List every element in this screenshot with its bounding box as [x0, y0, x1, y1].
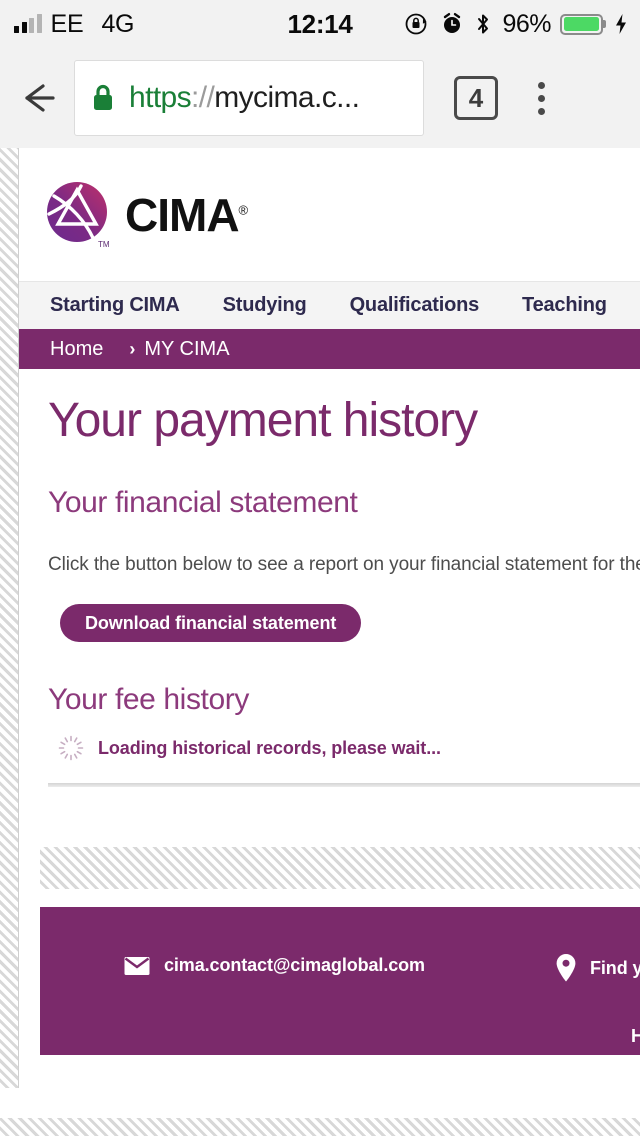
ios-status-bar: EE 4G 12:14 96%	[0, 0, 640, 48]
cima-logo[interactable]: TM CIMA®	[41, 176, 249, 254]
main-content: Your payment history Your financial stat…	[19, 369, 640, 788]
loading-spinner-icon	[58, 735, 84, 761]
charging-bolt-icon	[616, 14, 626, 34]
svg-text:TM: TM	[98, 240, 110, 249]
padlock-icon	[94, 84, 112, 110]
footer-location-link[interactable]: Find your	[555, 953, 640, 983]
financial-statement-heading: Your financial statement	[48, 486, 358, 520]
main-navigation: Starting CIMA Studying Qualifications Te…	[19, 281, 640, 329]
page-left-stripe-margin	[0, 148, 19, 1088]
site-header: TM CIMA®	[19, 148, 640, 281]
bluetooth-icon	[478, 14, 489, 34]
browser-menu-button[interactable]	[538, 81, 545, 115]
url-host: mycima.c...	[214, 81, 360, 114]
rotation-lock-icon	[406, 13, 427, 35]
browser-toolbar: https://mycima.c... 4	[0, 48, 640, 148]
cima-logo-mark-icon: TM	[41, 176, 119, 254]
url-text: https://mycima.c...	[129, 81, 359, 115]
battery-icon	[560, 13, 603, 35]
nav-item-teaching[interactable]: Teaching	[522, 294, 607, 317]
alarm-clock-icon	[444, 13, 461, 33]
footer-email-text: cima.contact@cimaglobal.com	[164, 955, 425, 976]
back-button[interactable]	[0, 78, 74, 118]
footer-stripe-band	[40, 847, 640, 890]
download-financial-statement-button[interactable]: Download financial statement	[60, 604, 362, 643]
footer-help-link[interactable]: Help	[631, 1026, 640, 1047]
registered-mark: ®	[238, 202, 249, 218]
breadcrumb: Home › MY CIMA	[19, 329, 640, 369]
nav-item-starting-cima[interactable]: Starting CIMA	[50, 294, 180, 317]
url-scheme: https	[129, 81, 192, 114]
footer-location-text: Find your	[590, 957, 640, 978]
section-divider	[48, 783, 640, 788]
tab-count-button[interactable]: 4	[454, 76, 498, 120]
url-separator: ://	[191, 81, 215, 114]
nav-item-studying[interactable]: Studying	[223, 294, 307, 317]
nav-item-qualifications[interactable]: Qualifications	[350, 294, 480, 317]
cima-logo-text: CIMA®	[125, 188, 249, 242]
page-bottom-stripe-margin	[0, 1118, 640, 1136]
breadcrumb-current: MY CIMA	[144, 337, 230, 360]
loading-status: Loading historical records, please wait.…	[58, 735, 640, 761]
financial-statement-description: Click the button below to see a report o…	[48, 554, 640, 576]
page-content: TM CIMA® Starting CIMA Studying Qualific…	[19, 148, 640, 1088]
loading-message: Loading historical records, please wait.…	[98, 737, 441, 758]
address-bar[interactable]: https://mycima.c...	[74, 60, 424, 136]
webpage-viewport: TM CIMA® Starting CIMA Studying Qualific…	[0, 148, 640, 1136]
site-footer: cima.contact@cimaglobal.com Find your He…	[40, 907, 640, 1056]
back-arrow-icon	[25, 84, 55, 112]
fee-history-heading: Your fee history	[48, 683, 249, 717]
breadcrumb-chevron-icon: ›	[129, 338, 136, 359]
footer-email-link[interactable]: cima.contact@cimaglobal.com	[124, 955, 425, 976]
status-bar-right: 96%	[404, 0, 630, 48]
screen: EE 4G 12:14 96% https://mycima.c... 4 TM…	[0, 0, 640, 1136]
breadcrumb-home[interactable]: Home	[50, 338, 103, 361]
envelope-icon	[124, 956, 150, 975]
map-pin-icon	[556, 954, 576, 982]
cima-wordmark: CIMA	[125, 188, 240, 241]
page-title: Your payment history	[48, 394, 478, 447]
battery-percent-label: 96%	[502, 9, 551, 38]
